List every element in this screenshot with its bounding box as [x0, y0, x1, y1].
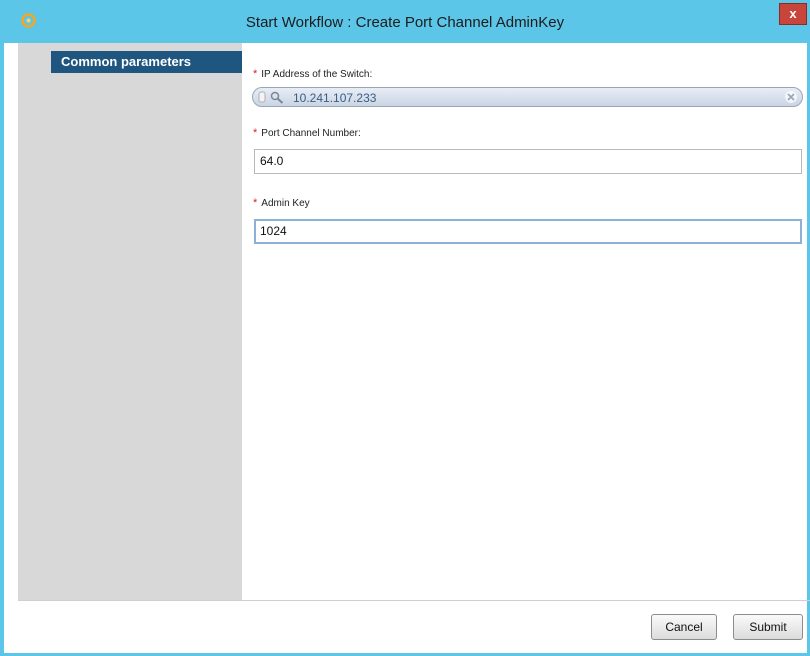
clear-icon[interactable]	[784, 90, 798, 104]
required-mark: *	[253, 197, 258, 209]
title-bar[interactable]: Start Workflow : Create Port Channel Adm…	[0, 0, 810, 43]
search-icon[interactable]	[270, 91, 284, 104]
close-icon: x	[789, 6, 797, 21]
sidebar: Common parameters	[18, 43, 242, 600]
port-channel-label: * Port Channel Number:	[253, 127, 361, 139]
sidebar-item-common-parameters[interactable]: Common parameters	[51, 51, 242, 73]
ip-address-label: * IP Address of the Switch:	[253, 68, 373, 80]
submit-button[interactable]: Submit	[733, 614, 803, 640]
port-channel-number-input[interactable]: 64.0	[254, 149, 802, 174]
dialog-title: Start Workflow : Create Port Channel Adm…	[245, 14, 565, 31]
ip-address-value: 10.241.107.233	[293, 91, 377, 105]
close-button[interactable]: x	[779, 3, 807, 25]
cancel-button[interactable]: Cancel	[651, 614, 717, 640]
admin-key-input[interactable]: 1024	[254, 219, 802, 244]
required-mark: *	[253, 68, 258, 80]
footer-divider	[18, 600, 810, 601]
ip-address-field[interactable]: 10.241.107.233	[252, 87, 803, 107]
required-mark: *	[253, 127, 258, 139]
admin-key-label: * Admin Key	[253, 197, 310, 209]
lock-icon	[258, 91, 266, 103]
